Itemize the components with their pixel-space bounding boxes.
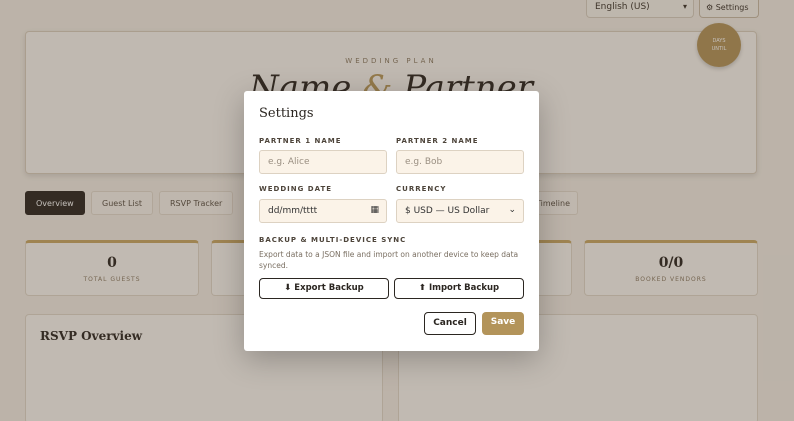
calendar-icon[interactable]: ▦ bbox=[370, 205, 379, 215]
wedding-date-placeholder: dd/mm/tttt bbox=[268, 206, 318, 216]
wedding-date-label: WEDDING DATE bbox=[259, 185, 333, 193]
backup-section-label: BACKUP & MULTI-DEVICE SYNC bbox=[259, 236, 407, 244]
backup-description: Export data to a JSON file and import on… bbox=[259, 250, 519, 270]
settings-modal: Settings PARTNER 1 NAME e.g. Alice PARTN… bbox=[244, 91, 539, 351]
partner1-label: PARTNER 1 NAME bbox=[259, 137, 342, 145]
currency-select-value: $ USD — US Dollar bbox=[405, 206, 490, 216]
modal-title: Settings bbox=[259, 106, 314, 121]
currency-label: CURRENCY bbox=[396, 185, 447, 193]
wedding-date-input[interactable]: dd/mm/tttt ▦ bbox=[259, 199, 387, 223]
export-backup-button[interactable]: ⬇ Export Backup bbox=[259, 278, 389, 299]
partner1-input[interactable]: e.g. Alice bbox=[259, 150, 387, 174]
import-backup-button[interactable]: ⬆ Import Backup bbox=[394, 278, 524, 299]
partner2-label: PARTNER 2 NAME bbox=[396, 137, 479, 145]
chevron-down-icon: ⌄ bbox=[508, 205, 516, 215]
save-button[interactable]: Save bbox=[482, 312, 524, 335]
currency-select[interactable]: $ USD — US Dollar ⌄ bbox=[396, 199, 524, 223]
partner2-input[interactable]: e.g. Bob bbox=[396, 150, 524, 174]
cancel-button[interactable]: Cancel bbox=[424, 312, 476, 335]
